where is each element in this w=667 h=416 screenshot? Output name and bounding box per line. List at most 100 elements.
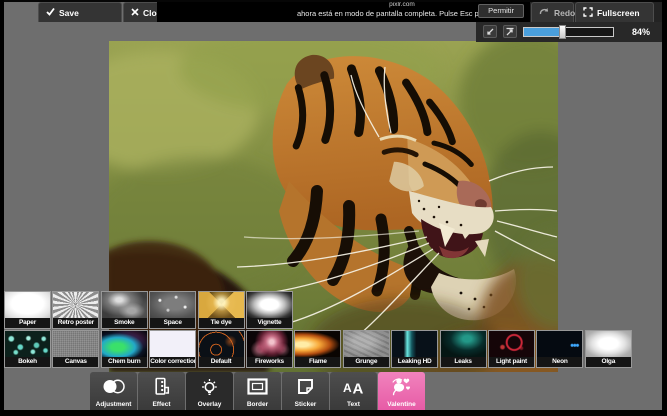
overlay-thumb-image — [53, 331, 98, 357]
overlay-thumb-retro-poster[interactable]: Retro poster — [52, 291, 99, 329]
allow-button[interactable]: Permitir — [478, 4, 524, 18]
overlay-thumb-label: Smoke — [102, 318, 147, 328]
overlay-thumb-label: Flame — [295, 357, 340, 367]
tab-label: Valentine — [387, 401, 416, 408]
overlay-thumb-label: Olga — [586, 357, 631, 367]
adjustment-icon — [102, 372, 126, 401]
text-icon: AA — [342, 372, 365, 401]
tab-label: Border — [247, 401, 268, 408]
window-frame-right — [662, 0, 667, 416]
zoom-fit-button[interactable] — [483, 25, 497, 38]
app-window: Save Close Redo Fullscreen pixlr.com aho… — [0, 0, 667, 416]
overlay-thumb-vignette[interactable]: Vignette — [246, 291, 293, 329]
overlay-thumb-leaking-hd[interactable]: Leaking HD — [391, 330, 438, 368]
overlay-thumb-label: Vignette — [247, 318, 292, 328]
tab-valentine[interactable]: Valentine — [378, 372, 425, 410]
save-button[interactable]: Save — [38, 2, 122, 22]
fit-screen-icon — [485, 27, 495, 37]
overlay-thumb-image — [586, 331, 631, 357]
overlay-thumb-image — [199, 292, 244, 318]
zoom-level-label: 84% — [632, 27, 650, 37]
tab-overlay[interactable]: Overlay — [186, 372, 233, 410]
tab-label: Overlay — [198, 401, 222, 408]
overlay-thumb-olga[interactable]: Olga — [585, 330, 632, 368]
fullscreen-notification: pixlr.com ahora está en modo de pantalla… — [157, 0, 530, 22]
overlay-thumb-image — [5, 331, 50, 357]
overlay-thumb-smoke[interactable]: Smoke — [101, 291, 148, 329]
overlay-thumb-label: Bokeh — [5, 357, 50, 367]
check-icon — [46, 7, 55, 18]
lightbulb-icon — [199, 372, 220, 401]
tab-sticker[interactable]: Sticker — [282, 372, 329, 410]
fullscreen-button[interactable]: Fullscreen — [575, 2, 654, 22]
film-icon — [153, 372, 171, 401]
tab-label: Text — [347, 401, 360, 408]
overlay-thumb-label: Leaks — [441, 357, 486, 367]
zoom-slider[interactable] — [523, 27, 614, 37]
overlay-thumb-image — [441, 331, 486, 357]
overlay-thumb-label: Neon — [537, 357, 582, 367]
overlay-thumb-label: Light paint — [489, 357, 534, 367]
zoom-controls: 84% — [476, 22, 662, 42]
overlay-thumb-image — [102, 331, 147, 357]
overlay-thumb-image — [53, 292, 98, 318]
tab-border[interactable]: Border — [234, 372, 281, 410]
redo-icon — [539, 7, 550, 18]
redo-button-label: Redo — [554, 8, 575, 18]
overlay-thumb-image — [150, 331, 195, 357]
fullscreen-button-label: Fullscreen — [597, 8, 640, 18]
overlay-thumb-leaks[interactable]: Leaks — [440, 330, 487, 368]
tab-label: Adjustment — [96, 401, 132, 408]
overlay-thumb-image — [247, 331, 292, 357]
tab-label: Sticker — [295, 401, 317, 408]
overlay-thumb-image — [295, 331, 340, 357]
overlay-thumb-color-correction[interactable]: Color correction — [149, 330, 196, 368]
overlay-thumb-label: Space — [150, 318, 195, 328]
overlay-thumb-image — [537, 331, 582, 357]
overlay-thumb-default[interactable]: Default — [198, 330, 245, 368]
overlay-thumb-canvas[interactable]: Canvas — [52, 330, 99, 368]
overlay-thumb-image — [102, 292, 147, 318]
overlay-thumb-label: Chem burn — [102, 357, 147, 367]
overlay-thumb-flame[interactable]: Flame — [294, 330, 341, 368]
tab-adjustment[interactable]: Adjustment — [90, 372, 137, 410]
overlay-thumb-chem-burn[interactable]: Chem burn — [101, 330, 148, 368]
cupid-icon — [390, 372, 413, 401]
svg-text:A: A — [353, 380, 364, 396]
overlay-thumb-image — [199, 331, 244, 357]
zoom-slider-handle[interactable] — [559, 25, 566, 39]
overlay-thumb-label: Default — [199, 357, 244, 367]
overlay-thumb-image — [5, 292, 50, 318]
fullscreen-icon — [583, 7, 593, 19]
overlay-thumb-label: Tie dye — [199, 318, 244, 328]
overlay-thumb-label: Paper — [5, 318, 50, 328]
overlay-thumb-label: Retro poster — [53, 318, 98, 328]
overlay-thumb-fireworks[interactable]: Fireworks — [246, 330, 293, 368]
save-button-label: Save — [59, 8, 79, 18]
window-frame-top — [0, 0, 667, 2]
overlay-thumb-tie-dye[interactable]: Tie dye — [198, 291, 245, 329]
redo-button[interactable]: Redo — [531, 2, 574, 22]
overlay-thumb-paper[interactable]: Paper — [4, 291, 51, 329]
svg-text:A: A — [343, 381, 352, 395]
overlay-thumb-space[interactable]: Space — [149, 291, 196, 329]
overlay-thumb-grunge[interactable]: Grunge — [343, 330, 390, 368]
overlay-thumb-label: Canvas — [53, 357, 98, 367]
window-frame-bottom — [0, 410, 667, 416]
overlay-thumb-label: Color correction — [150, 357, 195, 367]
overlay-thumb-image — [150, 292, 195, 318]
tab-text[interactable]: AA Text — [330, 372, 377, 410]
zoom-actual-size-button[interactable] — [503, 25, 517, 38]
frame-icon — [247, 372, 268, 401]
overlay-thumb-label: Grunge — [344, 357, 389, 367]
actual-size-icon — [505, 27, 515, 37]
zoom-slider-fill — [524, 28, 562, 36]
tab-effect[interactable]: Effect — [138, 372, 185, 410]
overlay-thumb-label: Fireworks — [247, 357, 292, 367]
overlay-thumb-light-paint[interactable]: Light paint — [488, 330, 535, 368]
close-icon — [131, 8, 139, 18]
overlay-thumb-bokeh[interactable]: Bokeh — [4, 330, 51, 368]
overlay-thumb-image — [392, 331, 437, 357]
overlay-thumb-neon[interactable]: Neon — [536, 330, 583, 368]
overlay-thumb-label: Leaking HD — [392, 357, 437, 367]
